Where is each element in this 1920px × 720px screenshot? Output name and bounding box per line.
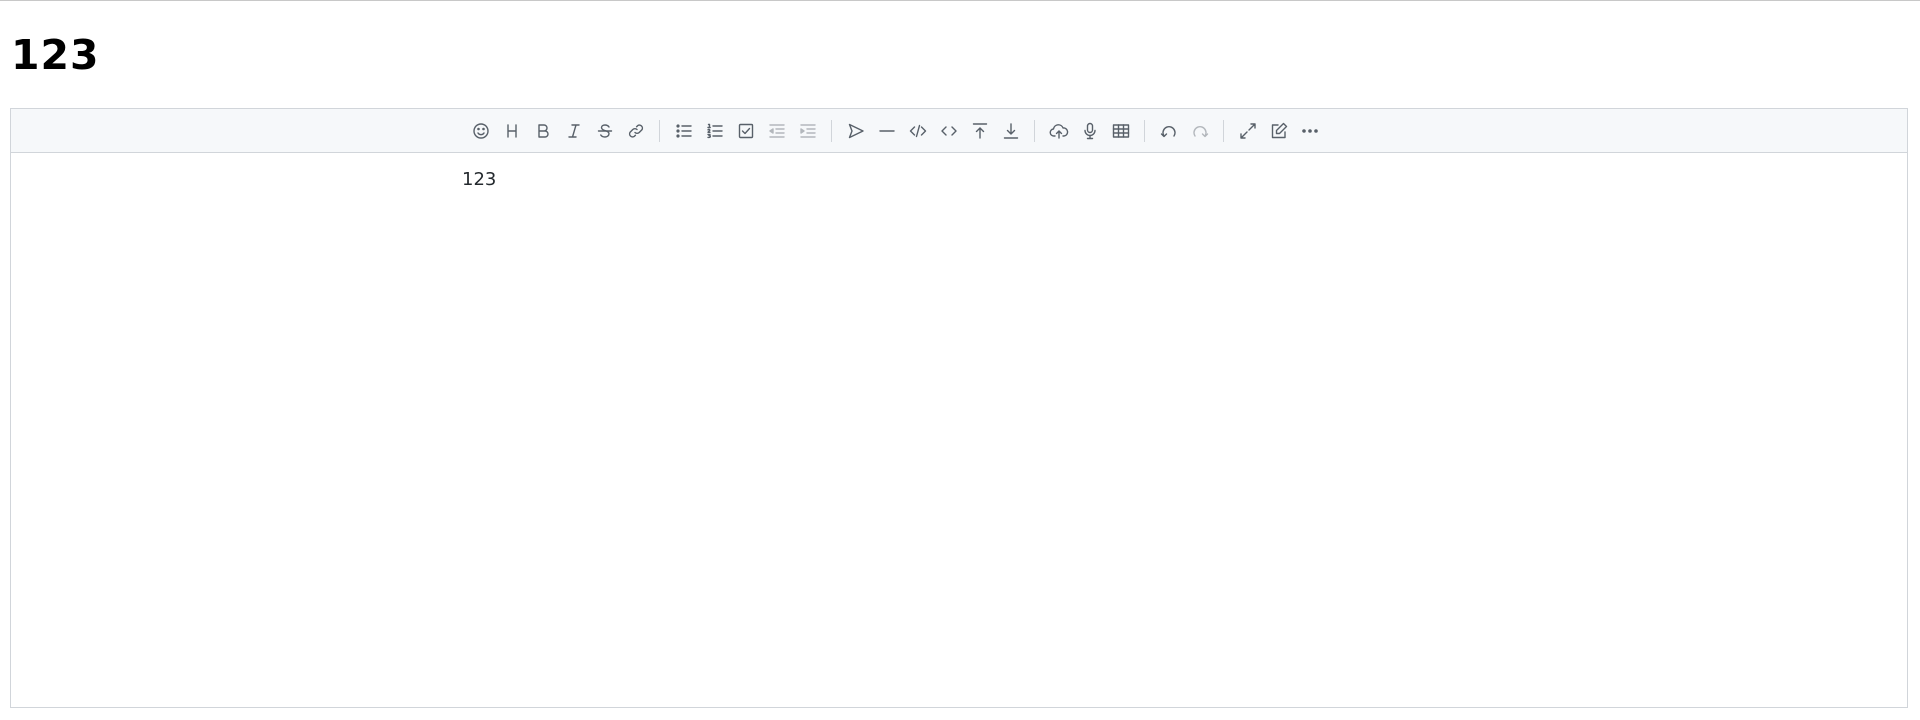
edit-mode-button[interactable] — [1263, 115, 1294, 147]
upload-icon — [1049, 121, 1069, 141]
check-list-icon — [736, 121, 756, 141]
insert-after-button[interactable] — [995, 115, 1026, 147]
emoji-button[interactable] — [465, 115, 496, 147]
insert-before-button[interactable] — [964, 115, 995, 147]
check-list-button[interactable] — [730, 115, 761, 147]
page-title: 123 — [11, 31, 100, 79]
bold-icon — [533, 121, 553, 141]
toolbar-separator — [1144, 120, 1145, 142]
outdent-icon — [767, 121, 787, 141]
unordered-list-icon — [674, 121, 694, 141]
heading-button[interactable] — [496, 115, 527, 147]
inline-code-button[interactable] — [933, 115, 964, 147]
more-icon — [1300, 121, 1320, 141]
strikethrough-button[interactable] — [589, 115, 620, 147]
link-icon — [626, 121, 646, 141]
table-icon — [1111, 121, 1131, 141]
redo-icon — [1190, 121, 1210, 141]
more-button[interactable] — [1294, 115, 1325, 147]
record-icon — [1080, 121, 1100, 141]
emoji-icon — [471, 121, 491, 141]
quote-button[interactable] — [840, 115, 871, 147]
editor-content[interactable]: 123 — [462, 167, 496, 193]
outdent-button[interactable] — [761, 115, 792, 147]
code-block-icon — [908, 121, 928, 141]
fullscreen-icon — [1238, 121, 1258, 141]
toolbar-separator — [1223, 120, 1224, 142]
undo-icon — [1159, 121, 1179, 141]
edit-mode-icon — [1269, 121, 1289, 141]
inline-code-icon — [939, 121, 959, 141]
toolbar-separator — [659, 120, 660, 142]
bold-button[interactable] — [527, 115, 558, 147]
italic-button[interactable] — [558, 115, 589, 147]
top-divider — [0, 0, 1920, 1]
editor-toolbar — [11, 109, 1907, 153]
quote-icon — [846, 121, 866, 141]
ordered-list-icon — [705, 121, 725, 141]
toolbar-separator — [1034, 120, 1035, 142]
horizontal-rule-icon — [877, 121, 897, 141]
indent-icon — [798, 121, 818, 141]
unordered-list-button[interactable] — [668, 115, 699, 147]
toolbar-buttons — [465, 109, 1325, 153]
fullscreen-button[interactable] — [1232, 115, 1263, 147]
ordered-list-button[interactable] — [699, 115, 730, 147]
heading-icon — [502, 121, 522, 141]
link-button[interactable] — [620, 115, 651, 147]
undo-button[interactable] — [1153, 115, 1184, 147]
code-block-button[interactable] — [902, 115, 933, 147]
horizontal-rule-button[interactable] — [871, 115, 902, 147]
redo-button[interactable] — [1184, 115, 1215, 147]
indent-button[interactable] — [792, 115, 823, 147]
insert-after-icon — [1001, 121, 1021, 141]
insert-before-icon — [970, 121, 990, 141]
italic-icon — [564, 121, 584, 141]
record-button[interactable] — [1074, 115, 1105, 147]
table-button[interactable] — [1105, 115, 1136, 147]
toolbar-separator — [831, 120, 832, 142]
strikethrough-icon — [595, 121, 615, 141]
markdown-editor: 123 — [10, 108, 1908, 708]
upload-button[interactable] — [1043, 115, 1074, 147]
